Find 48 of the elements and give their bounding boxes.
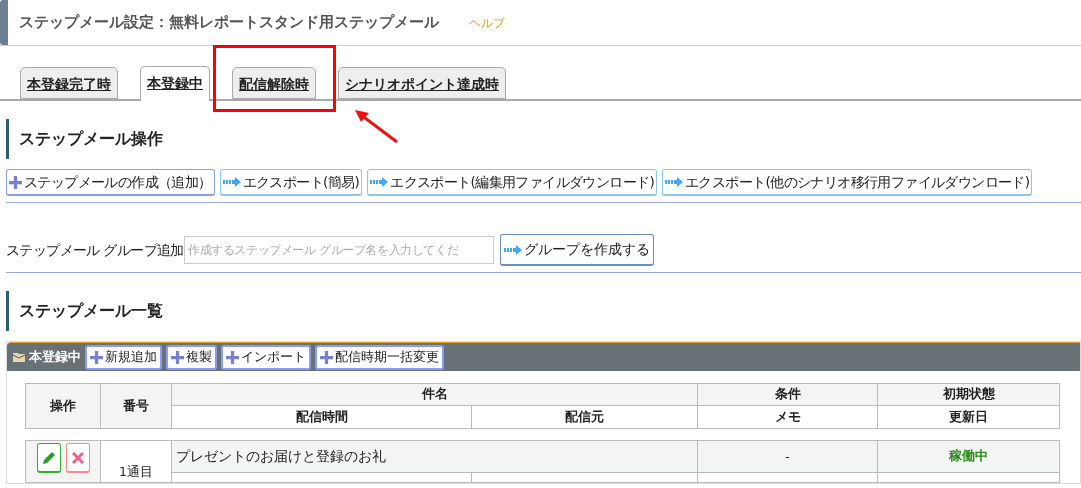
table-cell: - [697,440,878,473]
delete-button[interactable] [65,443,90,473]
toolbar-button[interactable]: ステップメールの作成（追加） [6,169,215,196]
column-header: 件名 [171,383,698,406]
arrow-annotation [355,108,399,144]
table-cell: プレゼントのお届けと登録のお礼 [171,440,698,473]
tab[interactable]: 配信解除時 [232,67,316,99]
table-cell: 1通目 [100,440,172,483]
section-heading: ステップメール一覧 [19,300,163,322]
create-group-button[interactable]: グループを作成する [499,234,654,266]
folder-icon [13,352,25,362]
toolbar-button[interactable]: エクスポート(簡易) [219,169,363,196]
plus-icon [171,350,184,364]
group-name: 本登録中 [29,348,81,367]
arrow-icon [503,244,522,255]
plus-icon [320,350,333,364]
column-header: 更新日 [877,405,1060,429]
accent-bar [0,0,8,45]
arrow-icon [222,177,241,187]
toolbar-button[interactable]: エクスポート(編集用ファイルダウンロード) [367,169,658,196]
column-header: 操作 [25,383,101,429]
group-button[interactable]: 配信時期一括変更 [315,344,444,370]
arrow-icon [665,177,684,187]
plus-icon [90,350,103,364]
arrow-icon [370,177,389,187]
pencil-icon [41,450,56,465]
group-name-field[interactable]: 作成するステップメール グループ名を入力してくだ [183,236,494,264]
column-header: メモ [697,405,878,429]
column-header: 配信元 [471,405,698,429]
column-header: 番号 [100,383,172,429]
column-header: 配信時間 [171,405,472,429]
group-button[interactable]: 新規追加 [85,344,162,370]
section-heading: ステップメール操作 [19,128,163,150]
toolbar-button[interactable]: エクスポート(他のシナリオ移行用ファイルダウンロード) [662,169,1033,196]
group-button[interactable]: 複製 [166,344,217,370]
group-button[interactable]: インポート [221,344,311,370]
plus-icon [9,175,22,189]
tab[interactable]: 本登録完了時 [20,67,118,99]
column-header: 条件 [697,383,878,406]
plus-icon [226,350,239,364]
field-label: ステップメール グループ追加 [6,240,184,260]
tab[interactable]: シナリオポイント達成時 [338,67,506,99]
close-icon [71,451,84,464]
table-cell: 稼働中 [877,440,1060,473]
edit-button[interactable] [36,443,61,473]
tab[interactable]: 本登録中 [140,66,210,101]
column-header: 初期状態 [877,383,1060,406]
page-title: ステップメール設定：無料レポートスタンド用ステップメール [19,12,439,34]
